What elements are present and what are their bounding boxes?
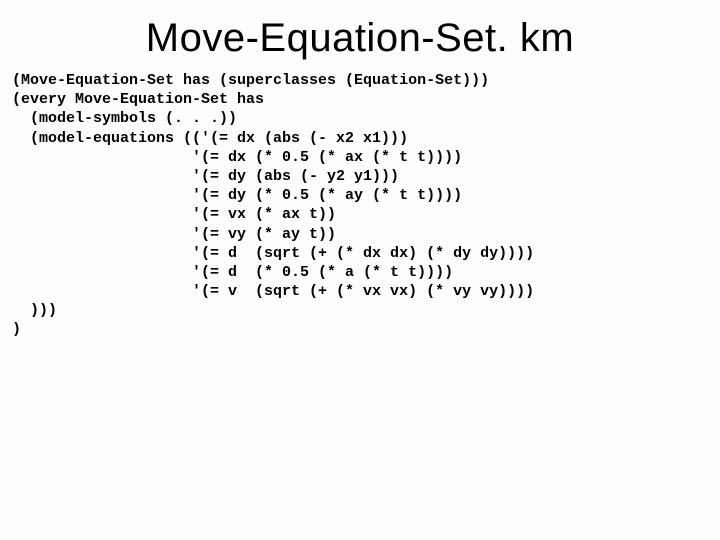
code-line: '(= d (sqrt (+ (* dx dx) (* dy dy)))) — [12, 244, 708, 263]
code-line: '(= d (* 0.5 (* a (* t t)))) — [12, 263, 708, 282]
code-line: '(= dy (* 0.5 (* ay (* t t)))) — [12, 186, 708, 205]
code-line: ))) — [12, 301, 708, 320]
code-block: (Move-Equation-Set has (superclasses (Eq… — [12, 71, 708, 340]
code-line: '(= dy (abs (- y2 y1))) — [12, 167, 708, 186]
code-line: '(= vx (* ax t)) — [12, 205, 708, 224]
code-line: ) — [12, 320, 708, 339]
page-title: Move-Equation-Set. km — [12, 16, 708, 61]
code-line: (Move-Equation-Set has (superclasses (Eq… — [12, 71, 708, 90]
code-line: (model-equations (('(= dx (abs (- x2 x1)… — [12, 129, 708, 148]
code-line: (model-symbols (. . .)) — [12, 109, 708, 128]
code-line: (every Move-Equation-Set has — [12, 90, 708, 109]
code-line: '(= vy (* ay t)) — [12, 225, 708, 244]
slide: Move-Equation-Set. km (Move-Equation-Set… — [0, 0, 720, 540]
code-line: '(= dx (* 0.5 (* ax (* t t)))) — [12, 148, 708, 167]
code-line: '(= v (sqrt (+ (* vx vx) (* vy vy)))) — [12, 282, 708, 301]
